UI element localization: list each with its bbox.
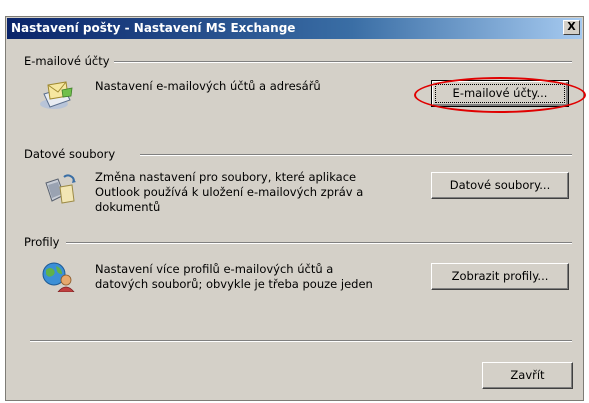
data-description-line-2: Outlook používá k uložení e-mailových zp… [95,185,364,199]
data-files-button-label: Datové soubory... [449,178,551,192]
close-button[interactable]: X [563,20,580,35]
close-dialog-button-label: Zavřít [510,368,545,382]
data-description-line-1: Změna nastavení pro soubory, které aplik… [95,170,357,184]
email-group-divider [114,61,572,63]
data-description-line-3: dokumentů [95,200,161,214]
show-profiles-button-label: Zobrazit profily... [451,269,549,283]
page-background [0,0,589,16]
profiles-group-divider [66,242,572,244]
profiles-group-heading: Profily [24,235,64,249]
data-group-divider [140,154,572,156]
footer-divider [30,340,572,342]
show-profiles-button[interactable]: Zobrazit profily... [431,263,569,290]
mail-envelope-icon [40,81,73,109]
title-bar[interactable]: Nastavení pošty - Nastavení MS Exchange … [7,18,582,39]
data-files-button[interactable]: Datové soubory... [431,172,569,199]
close-dialog-button[interactable]: Zavřít [482,362,573,389]
mail-setup-dialog: Nastavení pošty - Nastavení MS Exchange … [5,16,584,401]
profiles-description-line-1: Nastavení více profilů e-mailových účtů … [95,262,334,276]
highlight-ellipse [414,77,586,113]
data-files-icon [45,174,76,204]
email-description: Nastavení e-mailových účtů a adresářů [95,79,321,93]
profiles-globe-icon [42,262,75,292]
data-group-heading: Datové soubory [24,147,120,161]
profiles-description-line-2: datových souborů; obvykle je třeba pouze… [95,277,373,291]
window-title: Nastavení pošty - Nastavení MS Exchange [11,21,296,35]
email-group-heading: E-mailové účty [24,54,114,68]
